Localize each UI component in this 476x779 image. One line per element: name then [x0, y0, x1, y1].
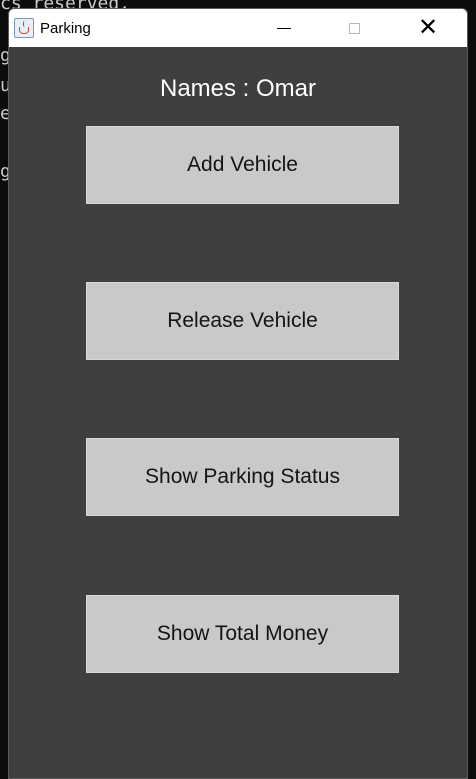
maximize-button[interactable] — [331, 9, 377, 47]
minimize-button[interactable] — [261, 9, 307, 47]
close-button[interactable]: ✕ — [405, 9, 451, 47]
add-vehicle-button[interactable]: Add Vehicle — [86, 126, 399, 204]
names-label: Names : Omar — [159, 75, 317, 102]
parking-window: Parking ✕ Names : Omar Add Vehicle Relea… — [8, 8, 468, 779]
window-title: Parking — [40, 19, 91, 37]
show-total-money-button[interactable]: Show Total Money — [86, 595, 399, 673]
show-parking-status-button[interactable]: Show Parking Status — [86, 438, 399, 516]
release-vehicle-button[interactable]: Release Vehicle — [86, 282, 399, 360]
title-bar[interactable]: Parking ✕ — [9, 9, 467, 47]
java-cup-icon — [14, 18, 34, 38]
maximize-icon — [348, 22, 360, 34]
minimize-icon — [277, 27, 291, 29]
close-icon: ✕ — [417, 14, 439, 41]
